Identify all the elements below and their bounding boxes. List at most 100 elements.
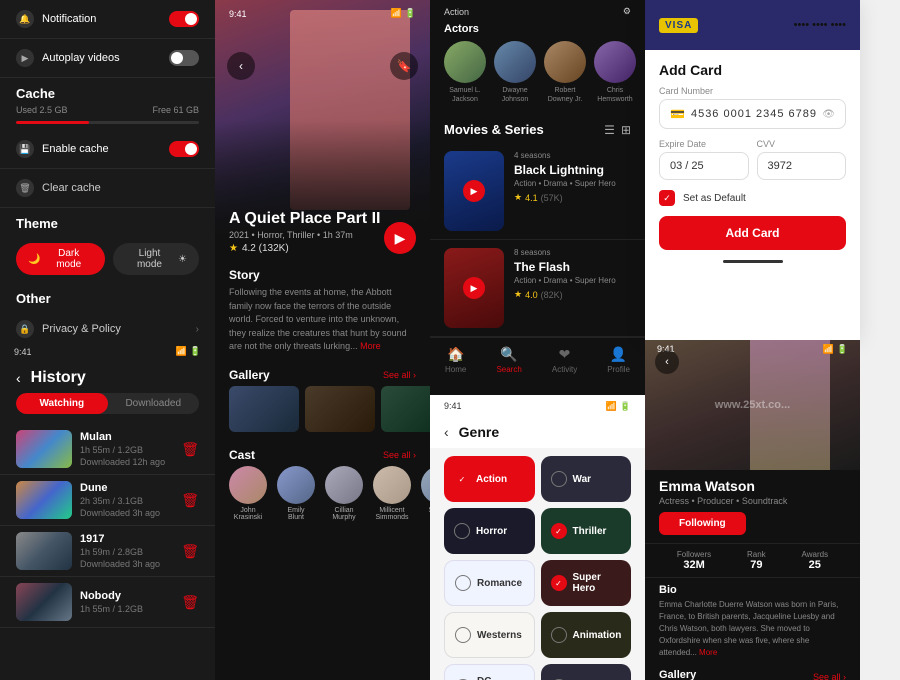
mulan-delete[interactable]: 🗑 [181, 441, 199, 458]
followers-value: 32M [677, 559, 711, 571]
genre-animation[interactable]: Animation [541, 612, 632, 658]
autoplay-toggle[interactable] [169, 50, 199, 66]
1917-thumb [16, 532, 72, 570]
default-label: Set as Default [683, 193, 746, 204]
bio-text: Emma Charlotte Duerre Watson was born in… [659, 599, 846, 659]
watching-tab[interactable]: Watching [16, 393, 108, 414]
cast-name-1: JohnKrasinski [229, 507, 267, 521]
story-text: Following the events at home, the Abbott… [215, 286, 430, 360]
play-button[interactable]: ▶ [463, 180, 485, 202]
play-button[interactable]: ▶ [463, 277, 485, 299]
genre-horror[interactable]: Horror [444, 508, 535, 554]
other-section-title: Other [0, 283, 215, 310]
enable-cache-toggle[interactable] [169, 141, 199, 157]
dune-info: Dune 2h 35m / 3.1GB Downloaded 3h ago [80, 482, 173, 518]
settings-panel: 🔔 Notification ▶ Autoplay videos Cache U… [0, 0, 215, 340]
emma-status-bar: 9:41 📶🔋 [645, 344, 860, 355]
gallery-see-all[interactable]: See all › [383, 370, 416, 380]
genre-back-button[interactable]: ‹ [444, 424, 449, 440]
cache-labels: Used 2.5 GB Free 61 GB [0, 105, 215, 115]
nav-activity[interactable]: ❤ Activity [552, 346, 577, 374]
westerns-label: Westerns [477, 630, 522, 641]
genre-action[interactable]: ✓ Action [444, 456, 535, 502]
light-mode-label: Light mode [125, 248, 174, 270]
actor-item: DwayneJohnson [494, 41, 536, 104]
expire-input[interactable]: 03 / 25 [659, 152, 749, 180]
1917-meta: 1h 59m / 2.8GB [80, 547, 173, 557]
series-tags: Action • Drama • Super Hero [514, 276, 631, 285]
eye-icon[interactable]: 👁 [822, 109, 835, 120]
expire-cvv-row: Expire Date 03 / 25 CVV 3972 [659, 139, 846, 180]
genre-westerns[interactable]: Westerns [444, 612, 535, 658]
actor-name-4: ChrisHemsworth [594, 86, 636, 104]
awards-stat: Awards 25 [802, 550, 829, 571]
light-mode-button[interactable]: Light mode ☀ [113, 243, 199, 275]
bio-title: Bio [659, 584, 846, 596]
movie-status-icons: 📶🔋 [391, 8, 416, 19]
dune-delete[interactable]: 🗑 [181, 492, 199, 509]
activity-icon: ❤ [552, 346, 577, 363]
bookmark-button[interactable]: 🔖 [390, 52, 418, 80]
horror-label: Horror [476, 526, 507, 537]
cast-section-heading: Cast See all › [215, 440, 430, 466]
notification-toggle[interactable] [169, 11, 199, 27]
dark-mode-button[interactable]: 🌙 Dark mode [16, 243, 105, 275]
action-label: Action [476, 474, 507, 485]
genre-dccomics[interactable]: DC Comics [444, 664, 535, 680]
nobody-title: Nobody [80, 590, 173, 602]
movie-title-area: A Quiet Place Part II 2021 • Horror, Thr… [215, 210, 430, 260]
nav-search[interactable]: 🔍 Search [496, 346, 521, 374]
history-item: Nobody 1h 55m / 1.2GB 🗑 [0, 577, 215, 628]
genre-superhero[interactable]: ✓ Super Hero [541, 560, 632, 606]
movie-title: A Quiet Place Part II [229, 210, 416, 228]
play-button[interactable]: ▶ [384, 222, 416, 254]
list-icon[interactable]: ☰ [604, 123, 615, 137]
actor-item: Samuel L.Jackson [444, 41, 486, 104]
emma-back-button[interactable]: ‹ [655, 350, 679, 374]
nav-profile[interactable]: 👤 Profile [607, 346, 630, 374]
actor-name-2: DwayneJohnson [494, 86, 536, 104]
romance-label: Romance [477, 578, 522, 589]
genre-war[interactable]: War [541, 456, 632, 502]
movie-back-button[interactable]: ‹ [227, 52, 255, 80]
cvv-input[interactable]: 3972 [757, 152, 847, 180]
black-lightning-poster: ▶ [444, 151, 504, 231]
enable-cache-row: 💾 Enable cache [0, 130, 215, 169]
1917-info: 1917 1h 59m / 2.8GB Downloaded 3h ago [80, 533, 173, 569]
movie-status-bar: 9:41 📶🔋 [215, 0, 430, 21]
nobody-delete[interactable]: 🗑 [181, 594, 199, 611]
actors-label: Actors [444, 23, 631, 35]
cast-avatar-2 [277, 466, 315, 504]
cast-see-all[interactable]: See all › [383, 450, 416, 460]
cast-avatar-5 [421, 466, 430, 504]
poster-overlay [215, 0, 430, 240]
history-tabs: Watching Downloaded [16, 393, 199, 414]
genre-comedy[interactable]: Comedy [541, 664, 632, 680]
bottom-nav: 🏠 Home 🔍 Search ❤ Activity 👤 Profile [430, 337, 645, 382]
genre-romance[interactable]: Romance [444, 560, 535, 606]
rank-value: 79 [747, 559, 766, 571]
superhero-check: ✓ [551, 575, 567, 591]
actor-avatar-1 [444, 41, 486, 83]
clear-cache-row[interactable]: 🗑 Clear cache [0, 169, 215, 208]
movie-poster: 9:41 📶🔋 ‹ 🔖 [215, 0, 430, 240]
grid-icon[interactable]: ⊞ [621, 123, 631, 137]
privacy-row[interactable]: 🔒 Privacy & Policy › [0, 310, 215, 340]
star-icon: ★ [514, 289, 522, 300]
history-back-button[interactable]: ‹ [16, 370, 21, 386]
genre-time: 9:41 [444, 401, 462, 412]
card-number-input[interactable]: 💳 4536 0001 2345 6789 👁 [659, 99, 846, 129]
downloaded-tab[interactable]: Downloaded [108, 393, 200, 414]
1917-delete[interactable]: 🗑 [181, 543, 199, 560]
follow-button[interactable]: Following [659, 512, 746, 535]
awards-label: Awards [802, 550, 829, 559]
filter-icons: ☰ ⊞ [604, 123, 631, 137]
the-flash-poster: ▶ [444, 248, 504, 328]
add-card-button[interactable]: Add Card [659, 216, 846, 250]
story-more-link[interactable]: More [360, 341, 381, 351]
gallery-see-all[interactable]: See all › [813, 672, 846, 680]
default-checkbox[interactable]: ✓ [659, 190, 675, 206]
genre-thriller[interactable]: ✓ Thriller [541, 508, 632, 554]
bio-more-link[interactable]: More [699, 648, 717, 657]
nav-home[interactable]: 🏠 Home [445, 346, 466, 374]
